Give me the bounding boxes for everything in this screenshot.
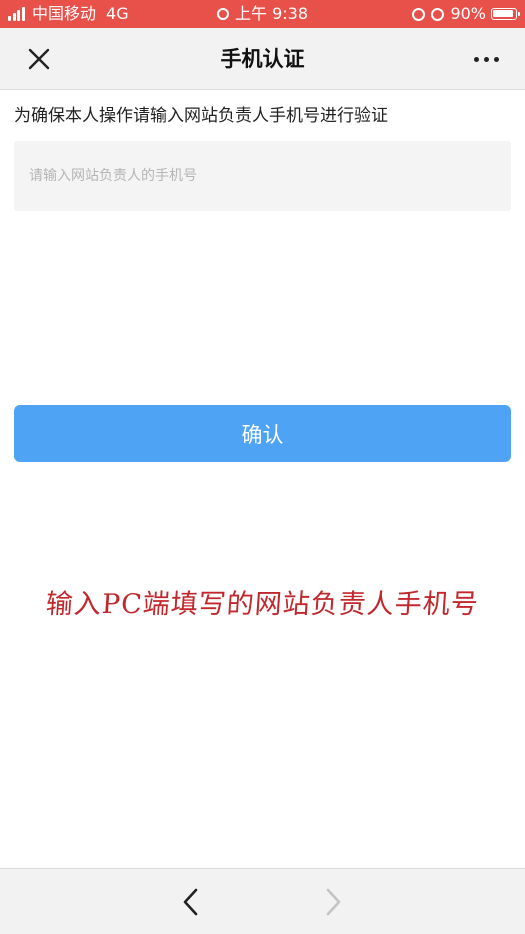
more-button[interactable] — [463, 40, 509, 78]
phone-input[interactable] — [14, 141, 511, 211]
forward-button[interactable] — [310, 881, 356, 923]
close-icon — [28, 48, 50, 70]
page-title: 手机认证 — [220, 47, 305, 71]
status-left: 中国移动 4G — [8, 0, 129, 28]
orientation-lock-icon — [412, 7, 426, 21]
annotation-text: 输入PC端填写的网站负责人手机号 — [44, 589, 480, 620]
location-icon — [216, 8, 229, 20]
carrier-name: 中国移动 — [32, 4, 97, 23]
alarm-icon — [431, 7, 445, 21]
nav-bar: 手机认证 — [0, 28, 525, 90]
more-icon — [471, 56, 501, 62]
browser-toolbar — [0, 868, 525, 934]
chevron-right-icon — [326, 888, 341, 916]
chevron-left-icon — [183, 888, 198, 916]
confirm-button[interactable]: 确认 — [14, 405, 511, 462]
instruction-text: 为确保本人操作请输入网站负责人手机号进行验证 — [14, 106, 388, 126]
battery-percent: 90% — [450, 4, 486, 23]
status-bar: 中国移动 4G 上午 9:38 90% — [0, 0, 525, 28]
battery-icon — [491, 8, 520, 20]
signal-icon — [8, 7, 26, 21]
network-type: 4G — [106, 4, 129, 23]
status-right: 90% — [412, 0, 520, 28]
status-time: 上午 9:38 — [234, 4, 309, 23]
close-button[interactable] — [16, 40, 62, 78]
back-button[interactable] — [168, 881, 214, 923]
